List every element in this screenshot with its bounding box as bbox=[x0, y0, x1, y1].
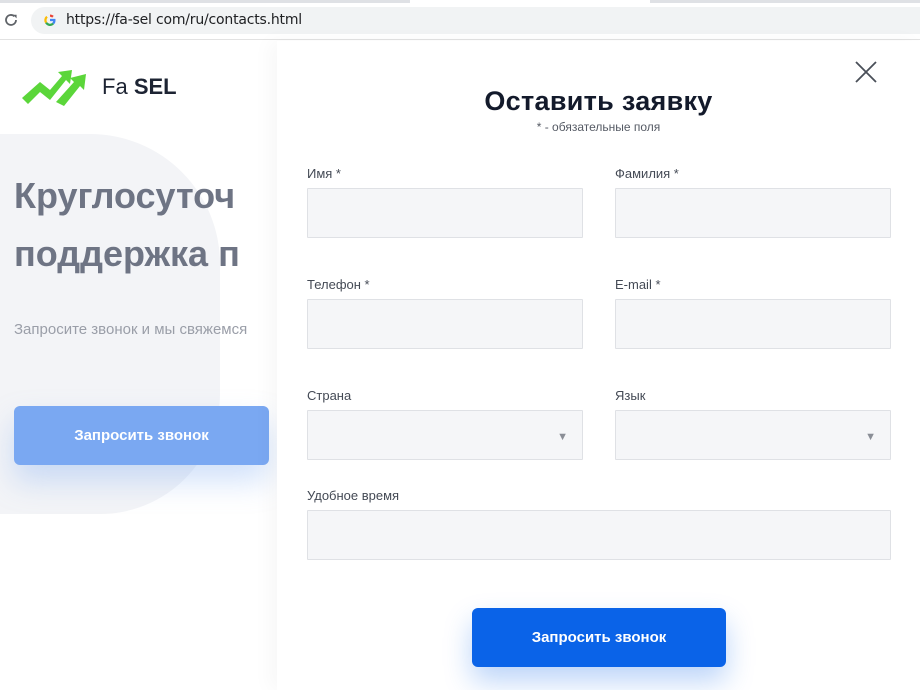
google-icon bbox=[44, 14, 56, 26]
hero-request-call-button[interactable]: Запросить звонок bbox=[14, 406, 269, 465]
url-text[interactable]: https://fa-sel com/ru/contacts.html bbox=[66, 12, 302, 28]
first-name-label: Имя * bbox=[307, 166, 341, 181]
phone-field[interactable] bbox=[307, 299, 583, 349]
close-icon[interactable] bbox=[855, 61, 877, 83]
dropdown-arrow-icon: ▼ bbox=[865, 431, 876, 443]
language-label: Язык bbox=[615, 388, 646, 403]
language-select[interactable]: ▼ bbox=[615, 410, 891, 460]
convenient-time-field[interactable] bbox=[307, 510, 891, 560]
dropdown-arrow-icon: ▼ bbox=[557, 431, 568, 443]
last-name-input[interactable] bbox=[616, 189, 890, 237]
first-name-field[interactable] bbox=[307, 188, 583, 238]
logo-text[interactable]: Fa SEL bbox=[102, 74, 177, 100]
last-name-field[interactable] bbox=[615, 188, 891, 238]
reload-icon[interactable] bbox=[3, 12, 19, 28]
modal-title: Оставить заявку bbox=[484, 86, 713, 116]
address-bar[interactable]: https://fa-sel com/ru/contacts.html bbox=[31, 7, 920, 34]
convenient-time-input[interactable] bbox=[308, 511, 890, 559]
country-select[interactable]: ▼ bbox=[307, 410, 583, 460]
last-name-label: Фамилия * bbox=[615, 166, 679, 181]
phone-input[interactable] bbox=[308, 300, 582, 348]
logo-text-bold: SEL bbox=[133, 74, 177, 99]
logo-arrows-icon[interactable] bbox=[22, 68, 92, 108]
request-call-button[interactable]: Запросить звонок bbox=[472, 608, 726, 667]
convenient-time-label: Удобное время bbox=[307, 488, 400, 503]
phone-label: Телефон * bbox=[307, 277, 370, 292]
email-field[interactable] bbox=[615, 299, 891, 349]
hero-title-line2: поддержка п bbox=[14, 233, 240, 274]
hero-subtitle: Запросите звонок и мы свяжемся bbox=[14, 321, 248, 338]
country-label: Страна bbox=[307, 388, 352, 403]
email-input[interactable] bbox=[616, 300, 890, 348]
hero-title: Круглосуточ поддержка п bbox=[14, 167, 276, 283]
hero-title-line1: Круглосуточ bbox=[14, 175, 236, 216]
request-modal: Оставить заявку * - обязательные поля Им… bbox=[277, 41, 920, 690]
email-label: E-mail * bbox=[615, 277, 661, 292]
required-fields-note: * - обязательные поля bbox=[536, 120, 661, 134]
active-tab[interactable] bbox=[410, 0, 650, 3]
logo-text-light: Fa bbox=[102, 74, 128, 99]
browser-toolbar: https://fa-sel com/ru/contacts.html bbox=[0, 0, 920, 40]
first-name-input[interactable] bbox=[308, 189, 582, 237]
tab-strip bbox=[0, 0, 920, 3]
